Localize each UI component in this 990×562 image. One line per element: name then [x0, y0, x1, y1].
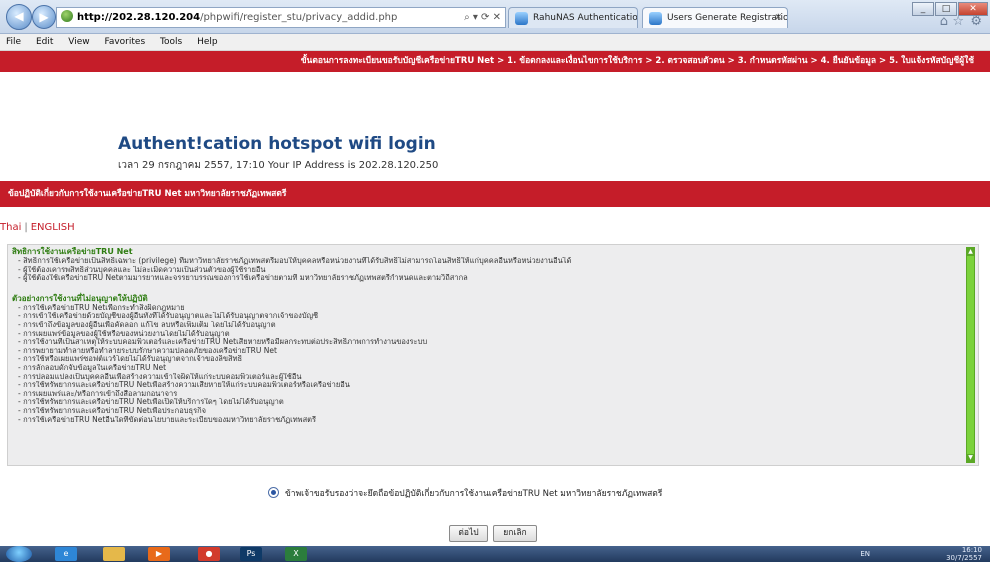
lang-thai-link[interactable]: Thai — [0, 222, 21, 233]
terms-line: - การใช้เครือข่ายTRU Netเพื่อกระทำสิ่งผิ… — [18, 303, 185, 312]
folder-icon[interactable] — [103, 547, 125, 561]
terms-scrollbar[interactable]: ▲ ▼ — [966, 247, 975, 463]
time-ip-info: เวลา 29 กรกฎาคม 2557, 17:10 Your IP Addr… — [118, 160, 439, 171]
page-title: Authent!cation hotspot wifi login — [118, 134, 436, 154]
terms-line: - การใช้เครือข่ายTRU Netอื่นใดที่ขัดต่อน… — [18, 415, 317, 424]
menu-tools[interactable]: Tools — [160, 37, 182, 47]
terms-line: - การเข้าใช้เครือข่ายด้วยบัญชีของผู้อื่น… — [18, 312, 319, 321]
menu-favorites[interactable]: Favorites — [104, 37, 145, 47]
forward-button[interactable]: ▶ — [32, 5, 56, 29]
terms-line: - การใช้ทรัพยากรและเครือข่ายTRU Netเพื่อ… — [18, 406, 207, 415]
browser-toolbar: ◀ ▶ http://202.28.120.204/phpwifi/regist… — [0, 0, 990, 34]
tab-favicon-icon — [515, 12, 528, 25]
chrome-icon[interactable]: ● — [198, 547, 220, 561]
agree-option[interactable]: ข้าพเจ้าขอรับรองว่าจะยึดถือข้อปฏิบัติเกี… — [268, 487, 662, 500]
input-language-indicator[interactable]: EN — [860, 550, 870, 558]
terms-line: - การใช้งานที่เป็นสาเหตุให้ระบบคอมพิวเตอ… — [18, 338, 428, 347]
registration-steps-bar: ขั้นตอนการลงทะเบียนขอรับบัญชีเครือข่ายTR… — [0, 51, 990, 72]
terms-line: - การเผยแพร่ข้อมูลของผู้ใช้หรือของหน่วยง… — [18, 329, 230, 338]
terms-header-bar: ข้อปฏิบัติเกี่ยวกับการใช้งานเครือข่ายTRU… — [0, 181, 990, 207]
agree-label: ข้าพเจ้าขอรับรองว่าจะยึดถือข้อปฏิบัติเกี… — [285, 489, 663, 499]
tab-favicon-icon — [649, 12, 662, 25]
scroll-up-icon[interactable]: ▲ — [967, 248, 974, 256]
tab-users-generate[interactable]: Users Generate Registration... ✕ — [642, 7, 788, 28]
terms-line: - การพยายามทำลายหรือทำลายระบบรักษาความปล… — [18, 346, 277, 355]
excel-icon[interactable]: X — [285, 547, 307, 561]
section1-lines: - สิทธิการใช้เครือข่ายเป็นสิทธิเฉพาะ (pr… — [12, 257, 954, 283]
terms-line: - ผู้ใช้ต้องใช้เครือข่ายTRU Netตามมารยาท… — [18, 274, 468, 283]
taskbar: e ▶ ● Ps X EN 16:10 30/7/2557 — [0, 546, 990, 562]
agree-radio[interactable] — [268, 487, 279, 498]
clock-time: 16:10 — [961, 546, 982, 554]
address-controls-icon[interactable]: ⌕ ▾ ⟳ ✕ — [464, 8, 501, 27]
section2-lines: - การใช้เครือข่ายTRU Netเพื่อกระทำสิ่งผิ… — [12, 304, 954, 424]
lang-separator: | — [24, 222, 28, 233]
url-host: http://202.28.120.204 — [77, 12, 201, 23]
back-button[interactable]: ◀ — [6, 4, 32, 30]
section-title: ตัวอย่างการใช้งานที่ไม่อนุญาตให้ปฏิบัติ — [12, 293, 148, 303]
media-player-icon[interactable]: ▶ — [148, 547, 170, 561]
terms-line: - การใช้ทรัพยากรและเครือข่ายTRU Netเพื่อ… — [18, 381, 350, 390]
terms-line: - การใช้ทรัพยากรและเครือข่ายTRU Netเพื่อ… — [18, 398, 284, 407]
cancel-button[interactable]: ยกเลิก — [493, 525, 537, 542]
scroll-down-icon[interactable]: ▼ — [967, 454, 974, 462]
terms-line: - การเผยแพร่และ/หรือการเข้าถึงสื่อลามกอน… — [18, 389, 178, 398]
section-title: สิทธิการใช้งานเครือข่ายTRU Net — [12, 247, 133, 256]
menu-edit[interactable]: Edit — [36, 37, 53, 47]
address-bar[interactable]: http://202.28.120.204/phpwifi/register_s… — [56, 7, 506, 28]
settings-gear-icon[interactable]: ⚙ — [970, 14, 982, 29]
terms-line: - การปลอมแปลงเป็นบุคคลอื่นเพื่อสร้างความ… — [18, 372, 302, 381]
menu-help[interactable]: Help — [197, 37, 218, 47]
url-path: /phpwifi/register_stu/privacy_addid.php — [200, 12, 398, 23]
photoshop-icon[interactable]: Ps — [240, 547, 262, 561]
system-clock[interactable]: 16:10 30/7/2557 — [946, 546, 982, 562]
favorites-star-icon[interactable]: ☆ — [952, 14, 964, 29]
language-switch: Thai | ENGLISH — [0, 222, 75, 233]
terms-line: - การเข้าถึงข้อมูลของผู้อื่นเพื่อคัดลอก … — [18, 320, 276, 329]
tab-label: RahuNAS Authentication — [533, 13, 638, 23]
menu-file[interactable]: File — [6, 37, 21, 47]
terms-line: - สิทธิการใช้เครือข่ายเป็นสิทธิเฉพาะ (pr… — [18, 257, 572, 265]
internet-explorer-icon[interactable]: e — [55, 547, 77, 561]
clock-date: 30/7/2557 — [946, 554, 982, 562]
menu-view[interactable]: View — [68, 37, 89, 47]
terms-textarea[interactable]: สิทธิการใช้งานเครือข่ายTRU Net - สิทธิกา… — [7, 244, 979, 466]
home-icon[interactable]: ⌂ — [940, 14, 948, 29]
terms-line: - การลักลอบดักจับข้อมูลในเครือข่ายTRU Ne… — [18, 363, 167, 372]
minimize-button[interactable]: _ — [912, 2, 934, 16]
lang-english-link[interactable]: ENGLISH — [31, 222, 75, 233]
tab-close-icon[interactable]: ✕ — [774, 8, 782, 28]
terms-line: - ผู้ใช้ต้องเคารพสิทธิส่วนบุคคลและ ไม่ละ… — [18, 265, 266, 274]
tab-label: Users Generate Registration... — [667, 13, 788, 23]
next-button[interactable]: ต่อไป — [449, 525, 488, 542]
menu-bar: File Edit View Favorites Tools Help — [0, 34, 990, 51]
tab-rahunas[interactable]: RahuNAS Authentication — [508, 7, 638, 28]
terms-line: - การใช้หรือเผยแพร่ซอฟต์แวร์โดยไม่ได้รับ… — [18, 355, 243, 364]
start-button[interactable] — [6, 546, 32, 562]
site-icon — [61, 10, 73, 22]
